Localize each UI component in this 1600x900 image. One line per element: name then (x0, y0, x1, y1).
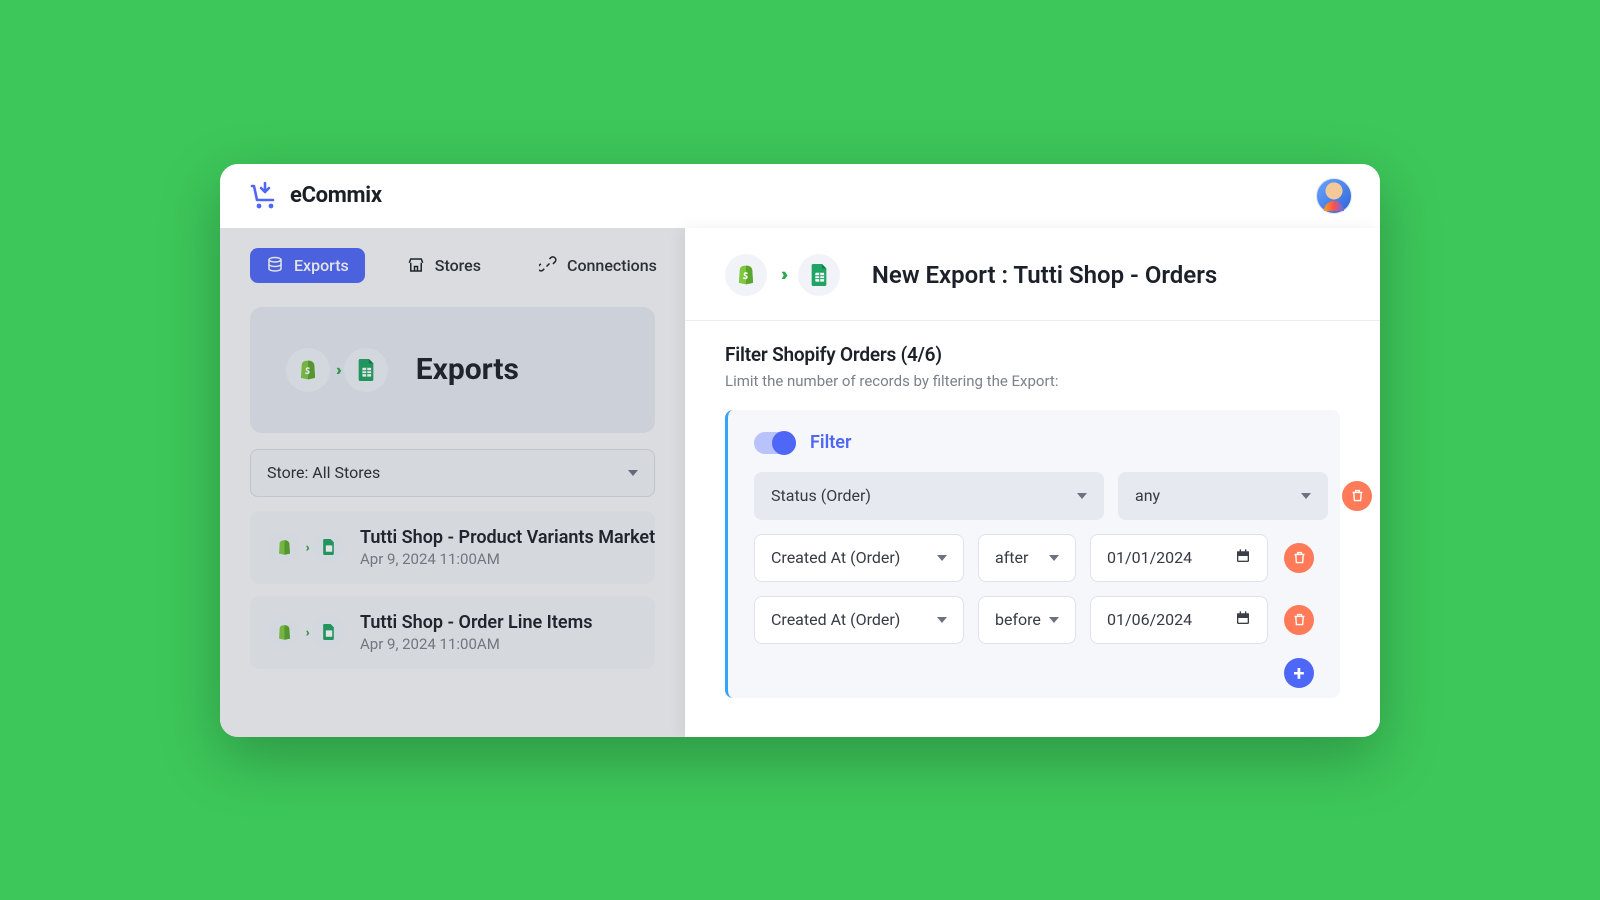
filter-add-row: + (754, 658, 1314, 688)
filter-op-value: after (995, 548, 1028, 567)
calendar-icon (1235, 610, 1251, 630)
filter-field-select[interactable]: Status (Order) (754, 472, 1104, 520)
nav-connections-label: Connections (567, 256, 657, 275)
filter-section: Filter Shopify Orders (4/6) Limit the nu… (685, 321, 1380, 390)
chevron-double-icon: ›› (336, 360, 338, 379)
chevron-down-icon (1049, 617, 1059, 623)
nav-connections[interactable]: Connections (523, 248, 673, 283)
database-icon (266, 256, 284, 274)
export-item-title: Tutti Shop - Order Line Items (360, 612, 592, 633)
link-icon (539, 256, 557, 274)
calendar-icon (1235, 548, 1251, 568)
cart-download-icon (248, 180, 280, 212)
chevron-down-icon (937, 555, 947, 561)
store-filter-select[interactable]: Store: All Stores (250, 449, 655, 497)
main-title: New Export : Tutti Shop - Orders (872, 261, 1217, 289)
add-filter-button[interactable]: + (1284, 658, 1314, 688)
chevron-down-icon (937, 617, 947, 623)
chevron-double-icon: ›› (781, 264, 784, 285)
filter-field-value: Status (Order) (771, 486, 871, 505)
filter-field-value: Created At (Order) (771, 548, 900, 567)
nav-stores-label: Stores (435, 256, 481, 275)
export-list-item[interactable]: ›› Tutti Shop - Product Variants Market … (250, 511, 655, 584)
filter-field-value: Created At (Order) (771, 610, 900, 629)
store-icon (407, 256, 425, 274)
filter-date-input[interactable]: 01/06/2024 (1090, 596, 1268, 644)
flow-icons-small: ›› (268, 616, 344, 648)
nav-stores[interactable]: Stores (391, 248, 497, 283)
filter-date-input[interactable]: 01/01/2024 (1090, 534, 1268, 582)
export-item-date: Apr 9, 2024 11:00AM (360, 635, 592, 653)
chevron-down-icon (1301, 493, 1311, 499)
chevron-down-icon (628, 470, 638, 476)
filter-op-value: before (995, 610, 1041, 629)
shopify-icon (286, 348, 330, 392)
delete-filter-button[interactable] (1284, 605, 1314, 635)
filter-row: Status (Order) any (754, 472, 1314, 520)
shopify-icon (268, 531, 300, 563)
shopify-icon (725, 254, 767, 296)
app-body: Exports Stores Con (220, 228, 1380, 737)
sheets-icon (344, 348, 388, 392)
filter-field-select[interactable]: Created At (Order) (754, 534, 964, 582)
filter-head: Filter (754, 432, 1314, 454)
filter-op-select[interactable]: any (1118, 472, 1328, 520)
main-header: ›› New Export : Tutti Shop - Orders (685, 254, 1380, 321)
nav-tabs: Exports Stores Con (220, 240, 685, 301)
filter-date-value: 01/01/2024 (1107, 548, 1192, 567)
filter-row: Created At (Order) after 01/01/2024 (754, 534, 1314, 582)
filter-op-value: any (1135, 486, 1160, 505)
sheets-icon (312, 616, 344, 648)
filter-op-select[interactable]: before (978, 596, 1076, 644)
chevron-down-icon (1049, 555, 1059, 561)
exports-card-title: Exports (416, 352, 519, 387)
section-title: Filter Shopify Orders (4/6) (725, 343, 1340, 366)
flow-icons: ›› (286, 348, 388, 392)
section-sub: Limit the number of records by filtering… (725, 372, 1340, 390)
sheets-icon (798, 254, 840, 296)
sheets-icon (312, 531, 344, 563)
exports-card: ›› Exports (250, 307, 655, 433)
store-filter-label: Store: All Stores (267, 463, 380, 482)
user-avatar[interactable] (1316, 178, 1352, 214)
export-item-title: Tutti Shop - Product Variants Market (360, 527, 655, 548)
delete-filter-button[interactable] (1284, 543, 1314, 573)
shopify-icon (268, 616, 300, 648)
filter-op-select[interactable]: after (978, 534, 1076, 582)
nav-exports[interactable]: Exports (250, 248, 365, 283)
sidebar: Exports Stores Con (220, 228, 685, 737)
chevron-down-icon (1077, 493, 1087, 499)
delete-filter-button[interactable] (1342, 481, 1372, 511)
filter-field-select[interactable]: Created At (Order) (754, 596, 964, 644)
export-list-item[interactable]: ›› Tutti Shop - Order Line Items Apr 9, … (250, 596, 655, 669)
app-logo: eCommix (248, 180, 382, 212)
app-header: eCommix (220, 164, 1380, 228)
app-window: eCommix Exports (220, 164, 1380, 737)
nav-exports-label: Exports (294, 256, 349, 275)
filter-box: Filter Status (Order) any (725, 410, 1340, 698)
filter-row: Created At (Order) before 01/06/2024 (754, 596, 1314, 644)
app-name: eCommix (290, 183, 382, 208)
main-panel: ›› New Export : Tutti Shop - Orders Filt… (685, 228, 1380, 737)
filter-toggle[interactable] (754, 432, 796, 454)
filter-label: Filter (810, 432, 851, 453)
filter-date-value: 01/06/2024 (1107, 610, 1192, 629)
export-item-date: Apr 9, 2024 11:00AM (360, 550, 655, 568)
flow-icons-small: ›› (268, 531, 344, 563)
